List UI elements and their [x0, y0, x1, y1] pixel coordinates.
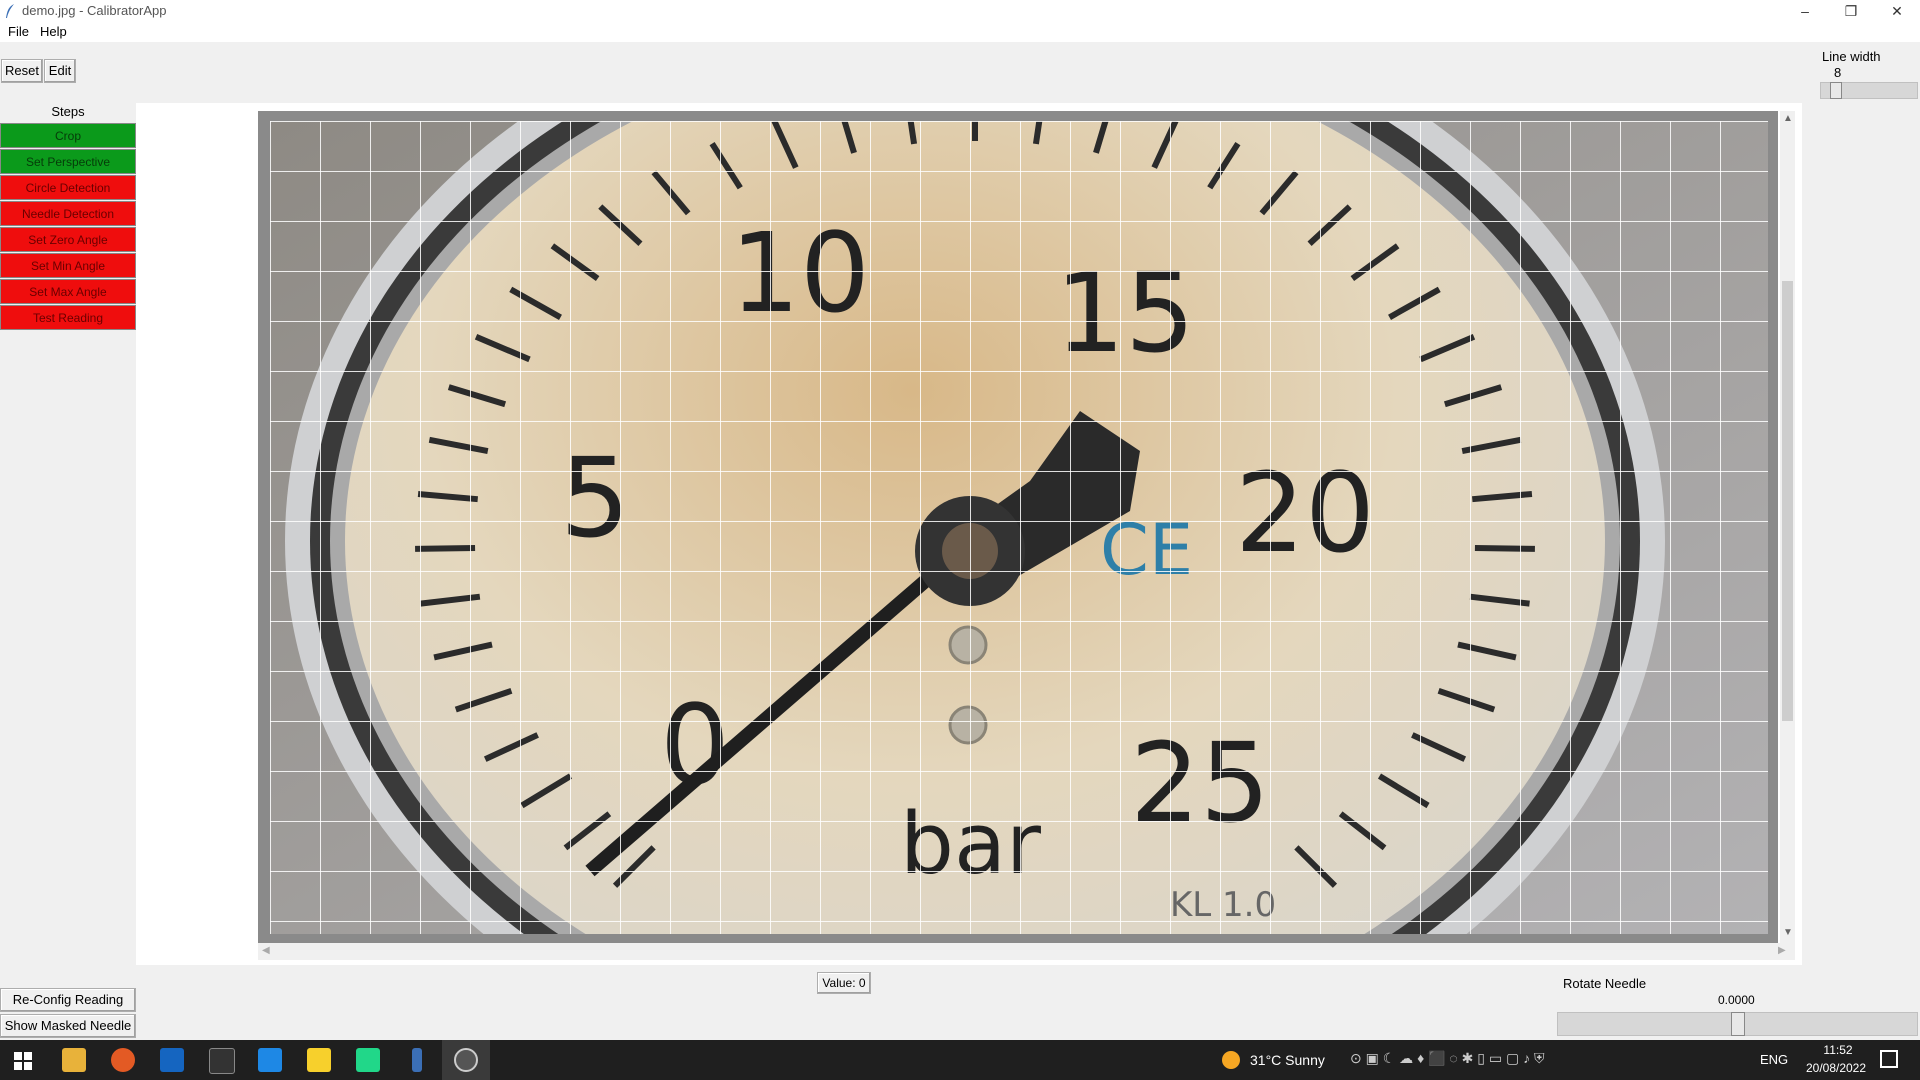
title-bar: demo.jpg - CalibratorApp – ❐ ✕	[0, 0, 1920, 22]
step-set-perspective-button[interactable]: Set Perspective	[0, 149, 136, 174]
clock-time[interactable]: 11:52	[1808, 1043, 1868, 1057]
step-circle-detection-button[interactable]: Circle Detection	[0, 175, 136, 200]
menu-bar: File Help	[0, 22, 1920, 42]
gauge-image[interactable]: 10 15 5 20 0 25 bar CE KL 1.0	[270, 121, 1768, 934]
python-app-icon[interactable]	[454, 1048, 478, 1072]
weather-icon[interactable]	[1222, 1051, 1240, 1069]
rotate-needle-slider[interactable]	[1557, 1012, 1918, 1036]
step-test-reading-button[interactable]: Test Reading	[0, 305, 136, 330]
outlook-icon[interactable]	[160, 1048, 184, 1072]
value-display: Value: 0	[817, 972, 871, 994]
vscode-icon[interactable]	[258, 1048, 282, 1072]
tray-icons[interactable]: ⊙ ▣ ☾ ☁ ♦ ⬛ ◌ ✱ ▯ ▭ ▢ ♪ ⛨	[1350, 1050, 1544, 1067]
scroll-left-icon[interactable]: ◀	[262, 945, 270, 956]
vertical-scrollbar[interactable]: ▲ ▼	[1780, 111, 1795, 943]
terminal-icon[interactable]	[209, 1048, 235, 1074]
windows-start-icon[interactable]	[14, 1052, 32, 1070]
window-title: demo.jpg - CalibratorApp	[22, 3, 167, 18]
notification-icon[interactable]	[1880, 1050, 1898, 1068]
scroll-down-icon[interactable]: ▼	[1783, 927, 1793, 938]
pycharm-icon[interactable]	[356, 1048, 380, 1072]
step-needle-detection-button[interactable]: Needle Detection	[0, 201, 136, 226]
rotate-needle-label: Rotate Needle	[1563, 976, 1647, 991]
step-crop-button[interactable]: Crop	[0, 123, 136, 148]
restore-button[interactable]: ❐	[1828, 0, 1874, 22]
step-set-min-angle-button[interactable]: Set Min Angle	[0, 253, 136, 278]
feather-app-icon	[6, 4, 14, 18]
minimize-button[interactable]: –	[1782, 0, 1828, 22]
step-set-zero-angle-button[interactable]: Set Zero Angle	[0, 227, 136, 252]
steps-header: Steps	[51, 104, 85, 119]
line-width-slider[interactable]	[1820, 82, 1918, 99]
line-width-value: 8	[1834, 65, 1842, 80]
menu-help[interactable]: Help	[40, 24, 67, 39]
feather-taskbar-icon[interactable]	[412, 1048, 422, 1072]
line-width-slider-thumb[interactable]	[1830, 82, 1842, 99]
menu-file[interactable]: File	[8, 24, 29, 39]
line-width-label: Line width	[1822, 49, 1881, 64]
scroll-up-icon[interactable]: ▲	[1783, 113, 1793, 124]
taskbar	[0, 1040, 1920, 1080]
reconfig-reading-button[interactable]: Re-Config Reading	[0, 988, 136, 1012]
step-set-max-angle-button[interactable]: Set Max Angle	[0, 279, 136, 304]
clock-date[interactable]: 20/08/2022	[1796, 1061, 1876, 1075]
close-button[interactable]: ✕	[1874, 0, 1920, 22]
reset-button[interactable]: Reset	[1, 59, 43, 83]
language-indicator[interactable]: ENG	[1760, 1052, 1788, 1067]
firefox-icon[interactable]	[111, 1048, 135, 1072]
weather-text[interactable]: 31°C Sunny	[1250, 1052, 1325, 1068]
scroll-right-icon[interactable]: ▶	[1778, 945, 1786, 956]
sticky-notes-icon[interactable]	[307, 1048, 331, 1072]
vertical-scroll-thumb[interactable]	[1782, 281, 1793, 721]
rotate-needle-slider-thumb[interactable]	[1731, 1012, 1745, 1036]
overlay-grid	[270, 121, 1768, 934]
edit-button[interactable]: Edit	[44, 59, 76, 83]
file-explorer-icon[interactable]	[62, 1048, 86, 1072]
show-masked-needle-button[interactable]: Show Masked Needle	[0, 1014, 136, 1038]
horizontal-scrollbar[interactable]: ◀ ▶	[258, 943, 1795, 960]
rotate-needle-value: 0.0000	[1718, 993, 1755, 1007]
